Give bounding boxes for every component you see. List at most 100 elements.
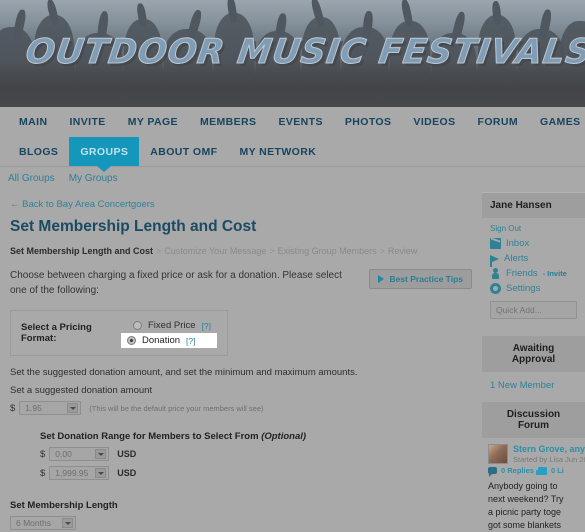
pricing-format-label: Select a Pricing Format: [21,322,92,344]
suggested-amount-value: 1.95 [25,403,42,413]
radio-option-donation[interactable]: Donation [?] [121,333,217,348]
quick-add-input[interactable]: Quick Add... [490,301,577,319]
sidebar-item-label: Friends [506,268,538,279]
nav-item-members[interactable]: MEMBERS [189,116,267,128]
envelope-icon [490,238,501,249]
sidebar-item-settings[interactable]: Settings [490,283,577,294]
forum-post-body-line: Anybody going to [488,481,558,491]
forum-post-likes[interactable]: 0 Li [551,466,564,475]
nav-item-blogs[interactable]: BLOGS [8,137,69,166]
nav-item-invite[interactable]: INVITE [58,116,116,128]
step-3: Existing Group Members [277,246,377,256]
step-4: Review [387,246,418,256]
forum-post-body: Anybody going to next weekend? Try a pic… [488,480,585,532]
gear-icon [490,283,501,294]
forum-post-body-line: got some blankets [488,520,562,531]
currency-symbol-suggested: $ [10,402,16,414]
nav-item-photos[interactable]: PHOTOS [334,116,403,128]
subnav-all-groups[interactable]: All Groups [8,173,55,184]
awaiting-approval-header: Awaiting Approval [482,336,585,372]
nav-item-events[interactable]: EVENTS [267,116,333,128]
chevron-down-icon [95,468,107,478]
nav-item-main[interactable]: MAIN [8,116,58,128]
best-practice-tips-button[interactable]: Best Practice Tips [369,269,472,289]
play-triangle-icon [378,275,385,283]
donation-max-select[interactable]: 1,999.95 [49,466,110,480]
sign-out-link[interactable]: Sign Out [490,224,577,233]
suggested-amount-label: Set a suggested donation amount [10,385,153,396]
banner-dim-overlay [0,0,585,107]
site-navigation: MAIN INVITE MY PAGE MEMBERS EVENTS PHOTO… [0,107,585,188]
donation-range-title: Set Donation Range for Members to Select… [40,431,472,442]
discussion-forum-header: Discussion Forum [482,402,585,438]
suggested-amount-hint: (This will be the default price your mem… [89,403,264,413]
nav-secondary-row: BLOGS GROUPS ABOUT OMF MY NETWORK [0,137,585,166]
chevron-down-icon [62,518,73,528]
currency-symbol-max: $ [40,467,46,479]
sidebar-item-inbox[interactable]: Inbox [490,238,577,249]
forum-post-top: Stern Grove, anyo Started by Lisa Jun 20 [488,444,585,464]
forum-post-body-line: a picnic party toge [488,507,562,518]
donation-max-row: $ 1,999.95 USD [40,466,472,480]
fixed-price-help-icon[interactable]: [?] [202,321,211,331]
nav-item-forum[interactable]: FORUM [467,116,530,128]
chevron-down-icon [67,403,79,413]
radio-option-fixed-price[interactable]: Fixed Price [?] [127,318,217,333]
donation-help-icon[interactable]: [?] [186,336,195,346]
sidebar: Jane Hansen Sign Out Inbox Alerts Friend… [482,188,585,532]
forum-post-replies[interactable]: 0 Replies [501,466,534,475]
currency-symbol-min: $ [40,448,46,460]
sidebar-item-label: Settings [506,283,541,294]
forum-post-meta: 0 Replies 0 Li [488,466,585,477]
membership-length-label: Set Membership Length [10,500,118,511]
subnav-my-groups[interactable]: My Groups [69,173,118,184]
donation-min-row: $ 0.00 USD [40,447,472,461]
friends-invite-link[interactable]: - Invite [543,269,567,278]
nav-item-groups[interactable]: GROUPS [69,137,140,166]
suggested-amount-select[interactable]: 1.95 [19,401,82,415]
radio-fixed-price-icon[interactable] [133,321,142,330]
page-root: OUTDOOR MUSIC FESTIVALS MAIN INVITE MY P… [0,0,585,532]
sidebar-user-name: Jane Hansen [482,192,585,218]
radio-fixed-price-label: Fixed Price [148,320,196,331]
site-banner: OUTDOOR MUSIC FESTIVALS [0,0,585,107]
donation-min-select[interactable]: 0.00 [49,447,110,461]
page-body: ← Back to Bay Area Concertgoers Set Memb… [0,188,585,532]
sidebar-item-alerts[interactable]: Alerts [490,253,577,267]
forum-post-title[interactable]: Stern Grove, anyo [513,444,585,454]
sidebar-user-menu: Sign Out Inbox Alerts Friends - Invite S… [482,218,585,327]
nav-item-games[interactable]: GAMES [529,116,585,128]
wizard-steps: Set Membership Length and Cost > Customize… [10,246,418,256]
membership-length-select[interactable]: 6 Months [10,516,76,530]
nav-item-my-network[interactable]: MY NETWORK [228,137,327,166]
back-to-group-link[interactable]: ← Back to Bay Area Concertgoers [10,199,155,210]
nav-item-about-omf[interactable]: ABOUT OMF [139,137,228,166]
intro-text: Choose between charging a fixed price or… [10,270,342,296]
best-practice-tips-label: Best Practice Tips [389,274,463,284]
pricing-format-box: Select a Pricing Format: Fixed Price [?]… [10,310,228,356]
donation-min-value: 0.00 [55,449,72,459]
sidebar-item-label: Inbox [506,238,530,249]
currency-code-max: USD [117,468,137,478]
nav-item-my-page[interactable]: MY PAGE [117,116,189,128]
groups-subnav: All Groups My Groups [0,166,585,188]
donation-range-title-text: Set Donation Range for Members to Select… [40,431,259,442]
avatar [488,444,508,464]
donation-range-optional: (Optional) [261,431,307,442]
donation-instructions: Set the suggested donation amount, and s… [10,367,358,378]
membership-length-block: Set Membership Length 6 Months [10,500,472,530]
comment-bubble-icon [488,467,497,477]
new-member-link[interactable]: 1 New Member [482,372,585,393]
intro-row: Choose between charging a fixed price or… [10,268,472,298]
radio-donation-icon[interactable] [127,336,136,345]
thumbs-up-icon [535,466,547,475]
donation-range-block: Set Donation Range for Members to Select… [40,431,472,480]
suggested-amount-row: $ 1.95 (This will be the default price y… [10,401,472,415]
nav-item-videos[interactable]: VIDEOS [402,116,466,128]
forum-post: Stern Grove, anyo Started by Lisa Jun 20… [482,438,585,532]
membership-length-value: 6 Months [16,518,51,528]
currency-code-min: USD [117,449,137,459]
nav-primary-row: MAIN INVITE MY PAGE MEMBERS EVENTS PHOTO… [0,107,585,137]
forum-post-byline: Started by Lisa Jun 20 [513,455,585,464]
sidebar-item-friends[interactable]: Friends - Invite [490,268,577,279]
